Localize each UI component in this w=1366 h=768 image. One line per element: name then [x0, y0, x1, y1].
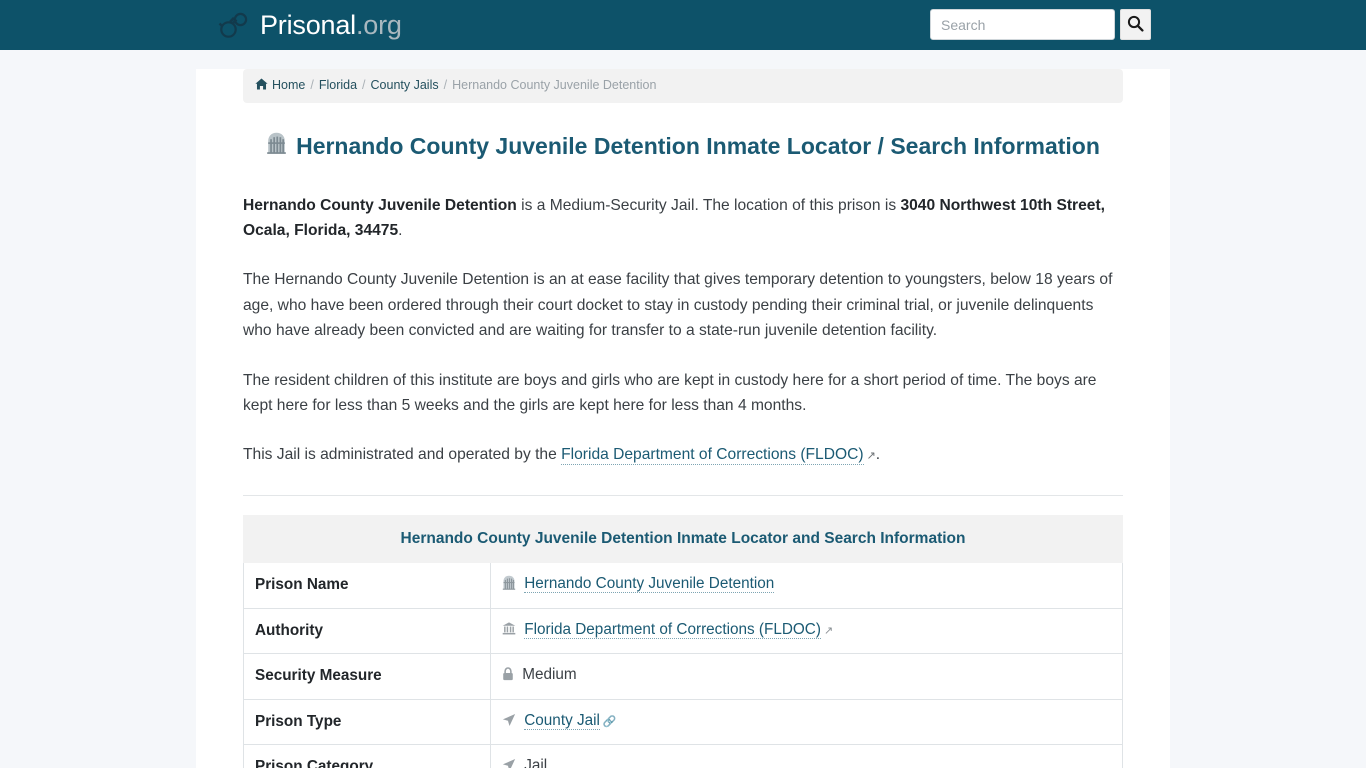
external-link-icon: ↗	[823, 624, 834, 637]
intro-mid-text: is a Medium-Security Jail. The location …	[516, 196, 901, 214]
content-inner: Home / Florida / County Jails / Hernando…	[196, 69, 1170, 768]
authority-end-text: .	[875, 446, 881, 464]
jail-building-icon	[502, 575, 520, 594]
breadcrumb-item-county-jails[interactable]: County Jails	[371, 78, 439, 93]
location-arrow-icon	[502, 759, 520, 768]
table-row: Prison Type County Jail 🔗	[243, 698, 1123, 746]
breadcrumb-separator: /	[310, 78, 314, 92]
page-title: Hernando County Juvenile Detention Inmat…	[243, 132, 1123, 162]
prison-name-link[interactable]: Hernando County Juvenile Detention	[524, 574, 775, 593]
search-area	[930, 9, 1151, 40]
table-row: Security Measure Medium	[243, 653, 1123, 700]
brand-logo-link[interactable]: Prisonal.org	[218, 10, 402, 40]
home-icon	[255, 78, 268, 94]
row-value-security-measure: Medium	[490, 653, 1123, 700]
section-divider	[243, 494, 1123, 496]
breadcrumb: Home / Florida / County Jails / Hernando…	[243, 69, 1123, 103]
prison-type-link[interactable]: County Jail	[524, 711, 600, 730]
external-link-icon: ↗	[866, 450, 876, 463]
row-label-authority: Authority	[243, 607, 491, 655]
residents-paragraph: The resident children of this institute …	[243, 371, 1097, 415]
row-label-prison-name: Prison Name	[243, 562, 491, 609]
authority-fldoc-link[interactable]: Florida Department of Corrections (FLDOC…	[524, 620, 821, 639]
brand-tld: .org	[355, 9, 402, 40]
prison-info-table: Hernando County Juvenile Detention Inmat…	[243, 514, 1123, 768]
page-title-text: Hernando County Juvenile Detention Inmat…	[296, 132, 1100, 159]
prison-name-bold: Hernando County Juvenile Detention	[243, 196, 517, 214]
prison-category-text: Jail	[524, 757, 548, 768]
lock-icon	[502, 667, 518, 685]
table-caption: Hernando County Juvenile Detention Inmat…	[243, 514, 1123, 563]
search-button[interactable]	[1120, 9, 1151, 40]
breadcrumb-separator: /	[362, 78, 366, 92]
row-label-prison-type: Prison Type	[243, 698, 491, 746]
site-header: Prisonal.org	[0, 0, 1366, 50]
breadcrumb-separator: /	[443, 78, 448, 92]
security-measure-text: Medium	[522, 666, 577, 684]
brand-name: Prisonal	[260, 9, 356, 40]
row-value-prison-type: County Jail 🔗	[490, 698, 1123, 746]
authority-paragraph: This Jail is administrated and operated …	[243, 442, 1123, 467]
row-label-security-measure: Security Measure	[243, 653, 491, 700]
table-row: Prison Name Hernando County Juvenile Det…	[243, 562, 1123, 609]
intro-paragraph: Hernando County Juvenile Detention is a …	[243, 193, 1123, 244]
breadcrumb-item-florida[interactable]: Florida	[319, 78, 357, 93]
authority-prefix-text: This Jail is administrated and operated …	[243, 446, 562, 464]
page-container: Home / Florida / County Jails / Hernando…	[196, 69, 1170, 768]
breadcrumb-item-home[interactable]: Home	[272, 78, 305, 93]
fldoc-link[interactable]: Florida Department of Corrections (FLDOC…	[561, 446, 864, 466]
location-arrow-icon	[502, 713, 520, 731]
handcuffs-icon	[218, 10, 250, 40]
table-row: Prison Category Jail	[243, 744, 1123, 768]
search-icon	[1127, 15, 1144, 35]
row-value-prison-name: Hernando County Juvenile Detention	[490, 562, 1123, 609]
brand-text: Prisonal.org	[260, 9, 402, 40]
row-value-prison-category: Jail	[490, 744, 1123, 768]
link-icon: 🔗	[602, 715, 617, 728]
table-row: Authority Florida Department of Correcti…	[243, 607, 1123, 655]
breadcrumb-item-current: Hernando County Juvenile Detention	[452, 78, 657, 92]
bank-institution-icon	[502, 621, 520, 640]
intro-end-text: .	[398, 222, 403, 240]
description-paragraph: The Hernando County Juvenile Detention i…	[243, 271, 1113, 340]
row-label-prison-category: Prison Category	[243, 744, 491, 768]
jail-building-icon	[266, 132, 287, 162]
search-input[interactable]	[930, 9, 1115, 40]
row-value-authority: Florida Department of Corrections (FLDOC…	[490, 607, 1123, 655]
